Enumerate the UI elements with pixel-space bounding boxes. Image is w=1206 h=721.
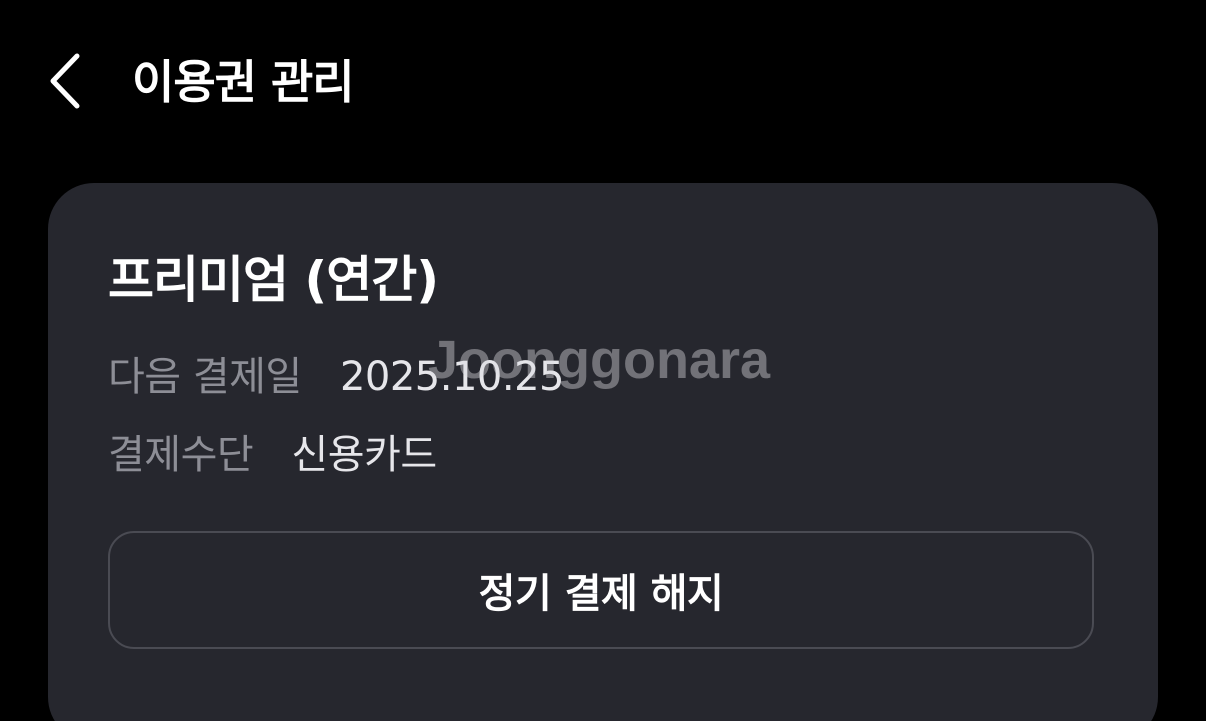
subscription-card: 프리미엄 (연간) 다음 결제일 2025.10.25 결제수단 신용카드 Jo… — [48, 183, 1158, 721]
plan-name: 프리미엄 (연간) — [108, 251, 439, 309]
payment-method-row: 결제수단 신용카드 — [108, 429, 437, 481]
cancel-subscription-label: 정기 결제 해지 — [478, 571, 724, 617]
chevron-left-icon — [50, 53, 80, 109]
back-button[interactable] — [34, 46, 96, 116]
next-payment-row: 다음 결제일 2025.10.25 — [108, 351, 564, 403]
page-title: 이용권 관리 — [132, 55, 355, 109]
next-payment-label: 다음 결제일 — [108, 354, 302, 400]
app-header: 이용권 관리 — [0, 0, 1206, 165]
payment-method-label: 결제수단 — [108, 432, 254, 478]
cancel-subscription-button[interactable]: 정기 결제 해지 — [108, 531, 1094, 649]
payment-method-value: 신용카드 — [291, 432, 437, 478]
next-payment-date: 2025.10.25 — [339, 354, 565, 400]
